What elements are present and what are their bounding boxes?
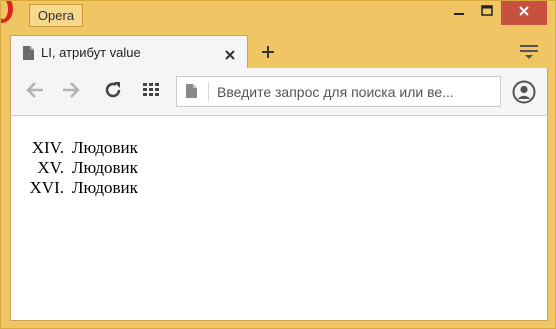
maximize-icon [481,4,493,22]
list-item-text: Людовик [72,138,138,157]
arrow-left-icon [26,81,44,103]
document-icon [23,46,34,65]
list-item-text: Людовик [72,178,138,197]
window-controls [445,1,547,25]
account-button[interactable] [512,80,536,104]
forward-button[interactable] [60,81,82,103]
roman-list: XIV. Людовик XV. Людовик XVI. Людовик [19,138,138,198]
page-icon [186,84,197,103]
navigation-toolbar [10,68,548,116]
tab-menu-icon [520,45,538,63]
reload-button[interactable] [102,81,124,103]
tab-title: LI, атрибут value [41,45,141,60]
user-icon [512,80,536,108]
tab-active[interactable]: LI, атрибут value [10,35,248,69]
reload-icon [104,81,122,104]
tab-close-icon[interactable] [225,47,235,65]
list-item: XVI. Людовик [19,178,138,198]
list-item: XIV. Людовик [19,138,138,158]
new-tab-button[interactable] [258,42,278,62]
plus-icon [258,46,278,66]
opera-logo-icon [1,1,14,28]
browser-window: Opera LI, атрибут value Введите запрос д… [0,0,556,329]
opera-menu-button[interactable]: Opera [29,4,83,27]
maximize-button[interactable] [473,1,501,25]
list-marker: XVI. [29,178,64,197]
grid-icon [143,82,159,102]
tab-strip: LI, атрибут value [10,35,548,69]
list-marker: XIV. [31,138,64,157]
list-item-text: Людовик [72,158,138,177]
back-button[interactable] [24,81,46,103]
address-input[interactable] [217,77,497,106]
page-content: XIV. Людовик XV. Людовик XVI. Людовик [10,116,548,321]
close-icon [518,4,530,22]
close-window-button[interactable] [501,1,547,25]
list-marker: XV. [37,158,64,177]
minimize-icon [453,4,465,22]
arrow-right-icon [62,81,80,103]
list-item: XV. Людовик [19,158,138,178]
tab-menu-button[interactable] [520,45,538,59]
speed-dial-button[interactable] [140,81,162,103]
address-bar[interactable] [176,76,501,107]
address-separator [208,82,209,101]
minimize-button[interactable] [445,1,473,25]
title-bar: Opera [1,1,555,32]
